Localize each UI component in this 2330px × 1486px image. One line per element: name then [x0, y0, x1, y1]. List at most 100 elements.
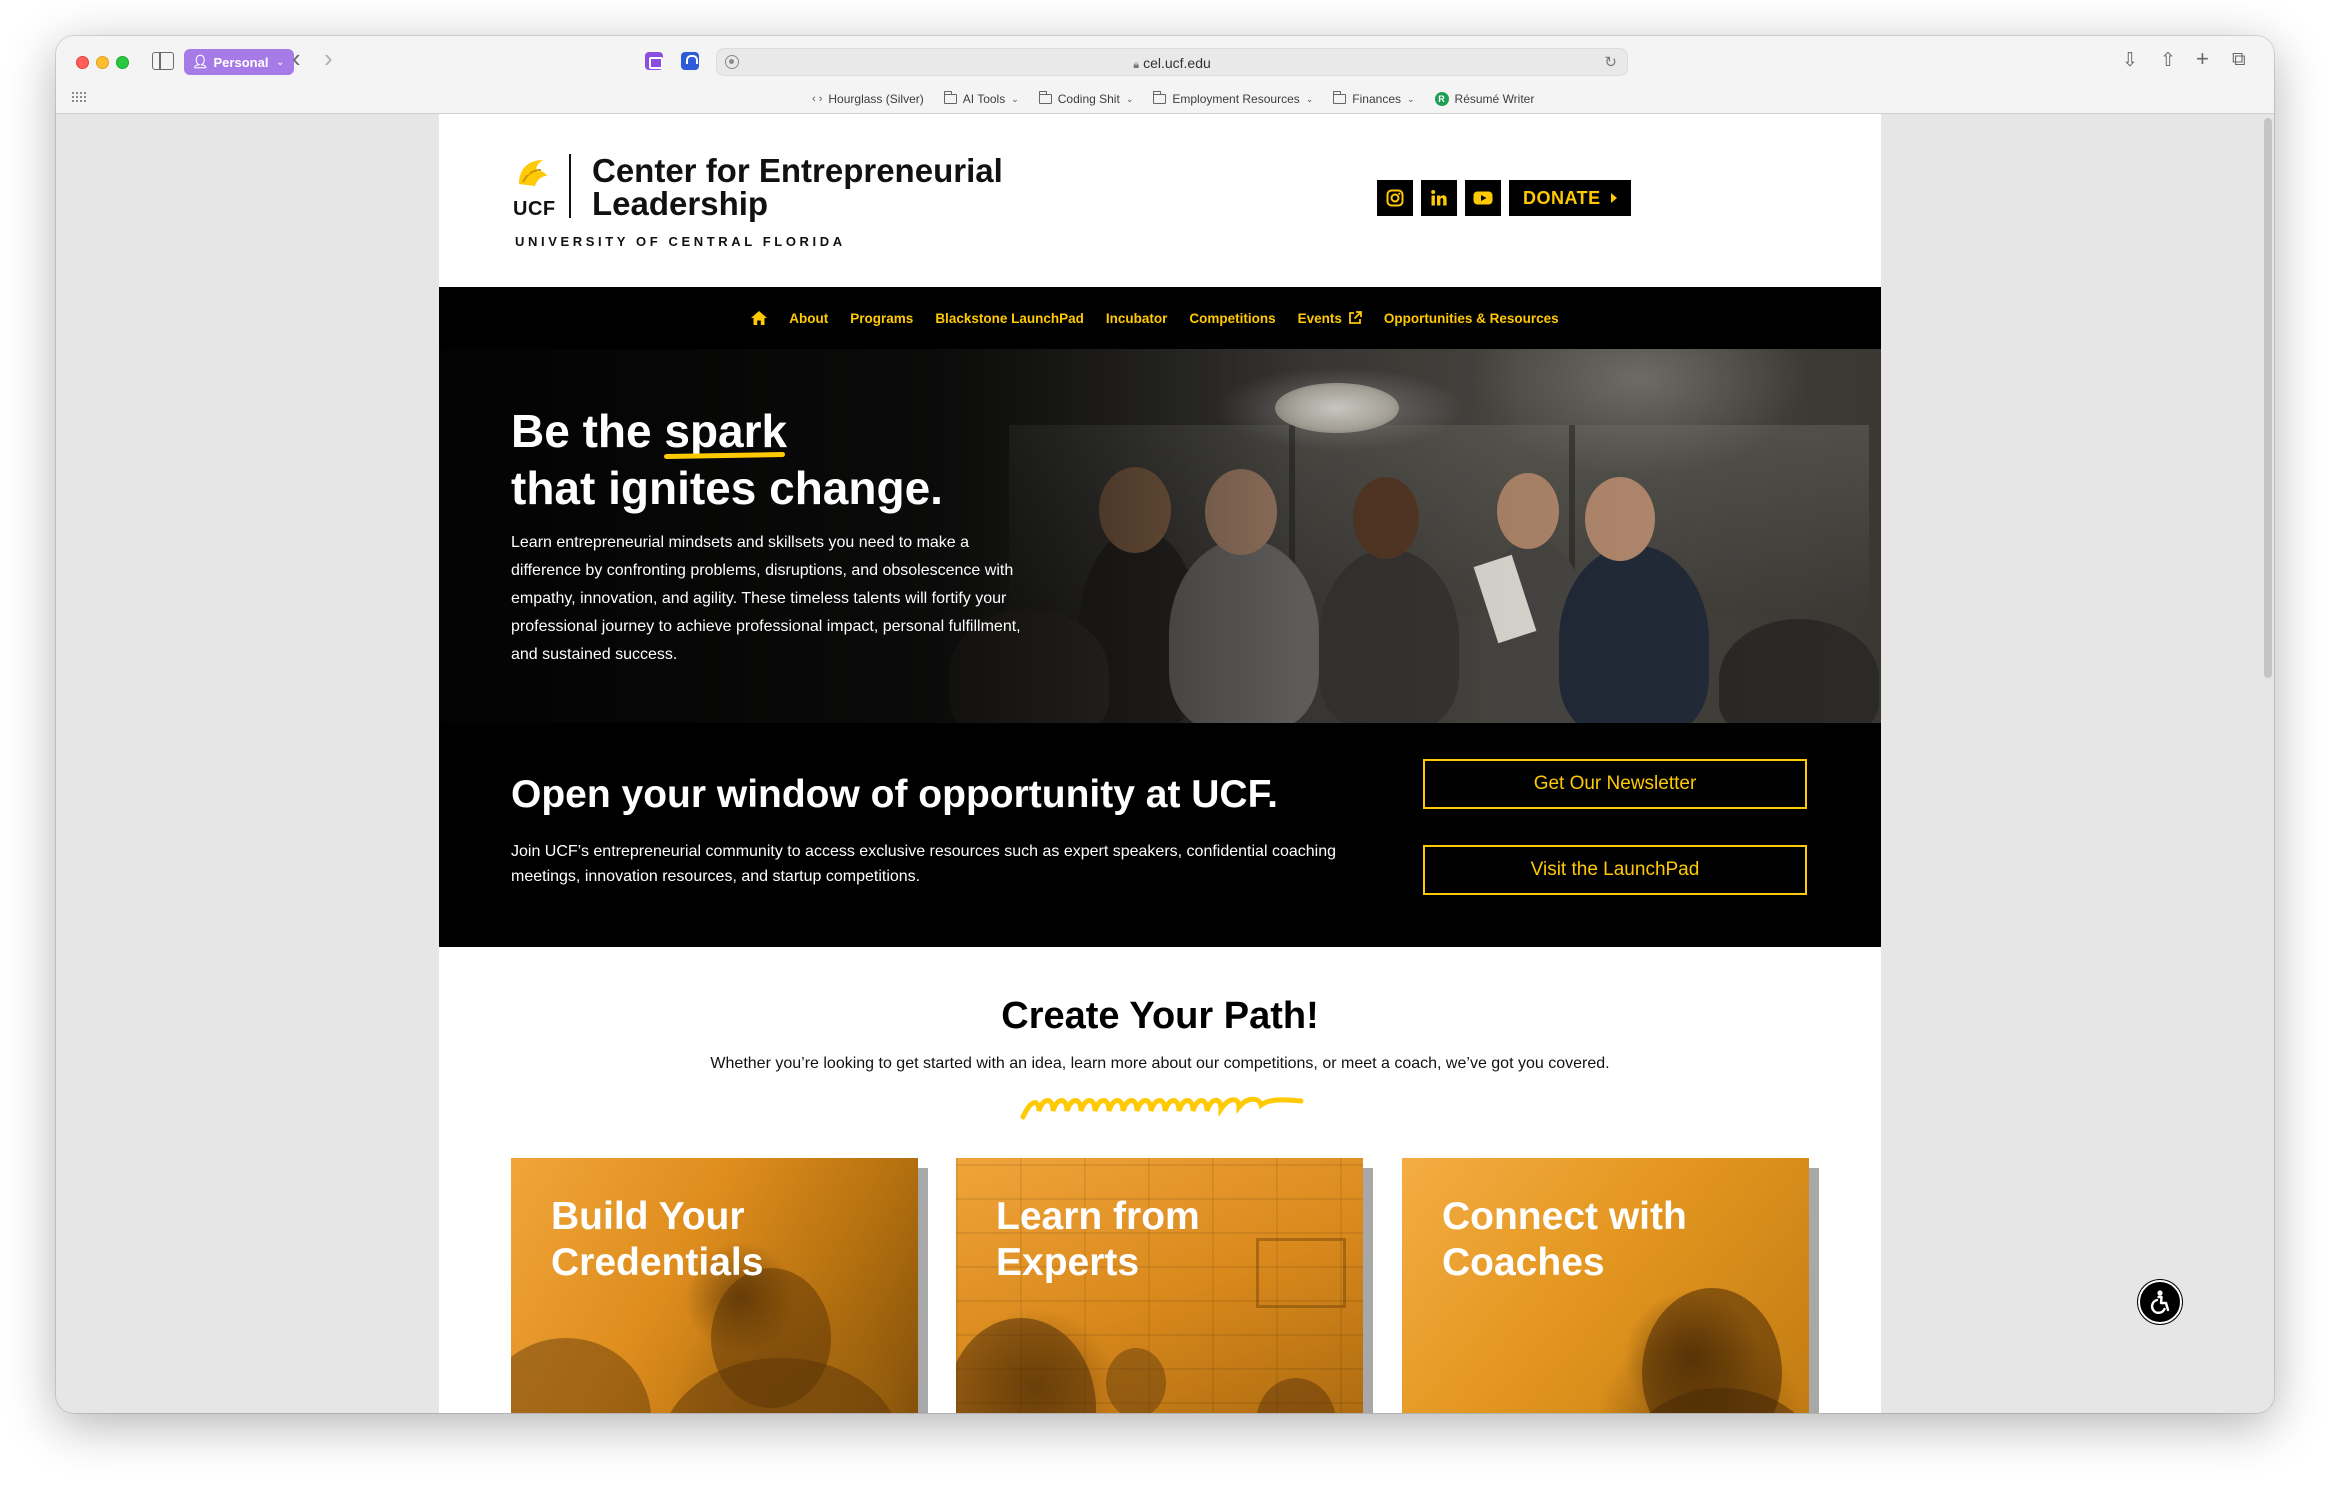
pegasus-logo-icon[interactable]	[513, 154, 553, 194]
site-title-line1: Center for Entrepreneurial	[592, 152, 1003, 189]
logo-ucf-text: UCF	[513, 198, 556, 220]
minimize-window-button[interactable]	[96, 56, 109, 69]
chevron-down-icon: ⌄	[1407, 93, 1415, 104]
close-window-button[interactable]	[76, 56, 89, 69]
opportunity-description: Join UCF’s entrepreneurial community to …	[511, 843, 1336, 885]
nav-programs[interactable]: Programs	[850, 311, 913, 326]
opportunity-title: Open your window of opportunity at UCF.	[511, 773, 1278, 816]
folder-icon	[943, 91, 957, 104]
bookmarks-bar: ‹ › Hourglass (Silver) AI Tools ⌄ Coding Shi…	[56, 84, 2274, 112]
bookmark-label: Coding Shit	[1057, 92, 1120, 106]
site-header: UCF Center for Entrepreneurial Leadershi…	[439, 114, 1881, 287]
social-links: DONATE	[1377, 180, 1631, 216]
nav-events[interactable]: Events	[1298, 311, 1362, 326]
donate-button[interactable]: DONATE	[1509, 180, 1631, 216]
nav-competitions[interactable]: Competitions	[1189, 311, 1275, 326]
site-title[interactable]: Center for Entrepreneurial Leadership	[592, 154, 1003, 220]
card-title-line2: Coaches	[1442, 1241, 1605, 1284]
forward-button[interactable]: ›	[324, 45, 333, 71]
accessibility-button[interactable]	[2138, 1280, 2182, 1324]
donate-label: DONATE	[1523, 187, 1601, 208]
external-link-icon	[1349, 311, 1362, 324]
home-icon	[751, 311, 768, 325]
chevron-down-icon: ⌄	[1011, 93, 1019, 104]
launchpad-button[interactable]: Visit the LaunchPad	[1423, 845, 1807, 895]
apps-grid-icon[interactable]	[72, 92, 86, 102]
person-icon: 👤︎	[192, 54, 209, 69]
nav-about[interactable]: About	[789, 311, 828, 326]
bookmark-item[interactable]: Finances ⌄	[1333, 91, 1415, 106]
create-path-section: Create Your Path! Whether you’re looking…	[439, 947, 1881, 1413]
back-button[interactable]: ‹	[292, 45, 301, 71]
bookmarks-list: ‹ › Hourglass (Silver) AI Tools ⌄ Coding Shi…	[812, 91, 1535, 106]
instagram-button[interactable]	[1377, 180, 1413, 216]
chevron-down-icon: ⌄	[1305, 93, 1314, 104]
page-viewport: UCF Center for Entrepreneurial Leadershi…	[56, 114, 2274, 1413]
browser-toolbar: 👤︎ Personal ⌄ ‹ › 🔒︎ cel.ucf.edu ↻ ⇩ ⇧ + …	[56, 36, 2274, 114]
bookmark-label: Résumé Writer	[1454, 92, 1535, 106]
bookmark-item[interactable]: R Résumé Writer	[1434, 92, 1535, 106]
card-title-line2: Credentials	[551, 1241, 764, 1284]
bookmark-item[interactable]: Coding Shit ⌄	[1038, 91, 1134, 106]
section-title: Create Your Path!	[1001, 995, 1319, 1037]
url-text: cel.ucf.edu	[1143, 55, 1211, 71]
logo-divider	[569, 154, 571, 218]
accessibility-icon	[2150, 1290, 2170, 1314]
site-subtitle: UNIVERSITY OF CENTRAL FLORIDA	[515, 234, 846, 249]
card-title-line1: Learn from	[996, 1195, 1200, 1238]
chevron-down-icon: ⌄	[276, 56, 284, 67]
nav-opportunities-resources[interactable]: Opportunities & Resources	[1384, 311, 1559, 326]
folder-icon	[1333, 91, 1347, 104]
nav-home[interactable]	[751, 311, 768, 325]
bookmark-item[interactable]: Employment Resources ⌄	[1153, 91, 1314, 106]
youtube-icon	[1473, 191, 1493, 205]
share-icon[interactable]: ⇧	[2160, 49, 2176, 72]
bookmark-item[interactable]: AI Tools ⌄	[943, 91, 1019, 106]
folder-icon	[1038, 91, 1052, 104]
newsletter-button[interactable]: Get Our Newsletter	[1423, 759, 1807, 809]
card-title-line1: Build Your	[551, 1195, 745, 1238]
main-nav: About Programs Blackstone LaunchPad Incu…	[439, 287, 1881, 349]
nav-events-label: Events	[1297, 310, 1342, 326]
card-title-line1: Connect with	[1442, 1195, 1687, 1238]
linkedin-icon	[1431, 190, 1447, 206]
tab-overview-icon[interactable]: ⧉	[2232, 49, 2246, 71]
downloads-icon[interactable]: ⇩	[2122, 49, 2138, 72]
hero-title-highlight: spark	[664, 403, 787, 460]
hero-title: Be the spark that ignites change.	[511, 403, 943, 514]
code-icon: ‹ ›	[812, 93, 823, 105]
chevron-down-icon: ⌄	[1125, 93, 1134, 104]
folder-icon	[1153, 91, 1167, 104]
bookmark-item[interactable]: ‹ › Hourglass (Silver)	[812, 92, 924, 106]
youtube-button[interactable]	[1465, 180, 1501, 216]
profile-switcher[interactable]: 👤︎ Personal ⌄	[184, 49, 294, 75]
bookmark-label: Hourglass (Silver)	[828, 92, 924, 106]
new-tab-icon[interactable]: +	[2196, 46, 2209, 72]
page-scrollbar[interactable]	[2264, 118, 2272, 678]
linkedin-button[interactable]	[1421, 180, 1457, 216]
profile-label: Personal	[213, 54, 269, 70]
browser-window: 👤︎ Personal ⌄ ‹ › 🔒︎ cel.ucf.edu ↻ ⇩ ⇧ + …	[56, 36, 2274, 1413]
web-page: UCF Center for Entrepreneurial Leadershi…	[439, 114, 1881, 1413]
triangle-right-icon	[1610, 193, 1617, 203]
sidebar-toggle-icon[interactable]	[152, 52, 174, 70]
hero-section: Be the spark that ignites change. Learn …	[439, 349, 1881, 723]
nav-incubator[interactable]: Incubator	[1106, 311, 1168, 326]
instagram-icon	[1386, 189, 1404, 207]
hero-description: Learn entrepreneurial mindsets and skill…	[511, 534, 1021, 663]
card-learn-experts[interactable]: Learn from Experts	[956, 1158, 1373, 1413]
card-build-credentials[interactable]: Build Your Credentials	[511, 1158, 928, 1413]
card-connect-coaches[interactable]: Connect with Coaches	[1402, 1158, 1819, 1413]
password-extension-icon[interactable]	[681, 52, 699, 70]
reload-icon[interactable]: ↻	[1604, 53, 1617, 71]
bookmark-label: Employment Resources	[1172, 92, 1300, 106]
opportunity-section: Open your window of opportunity at UCF. …	[439, 723, 1881, 947]
nav-blackstone-launchpad[interactable]: Blackstone LaunchPad	[935, 311, 1084, 326]
address-bar[interactable]: 🔒︎ cel.ucf.edu ↻	[716, 48, 1628, 76]
resume-writer-icon: R	[1434, 92, 1449, 106]
site-title-line2: Leadership	[592, 185, 769, 222]
section-subtitle: Whether you’re looking to get started wi…	[710, 1055, 1610, 1072]
squiggle-decoration	[1020, 1096, 1304, 1120]
extension-icon[interactable]	[645, 52, 663, 70]
zoom-window-button[interactable]	[116, 56, 129, 69]
